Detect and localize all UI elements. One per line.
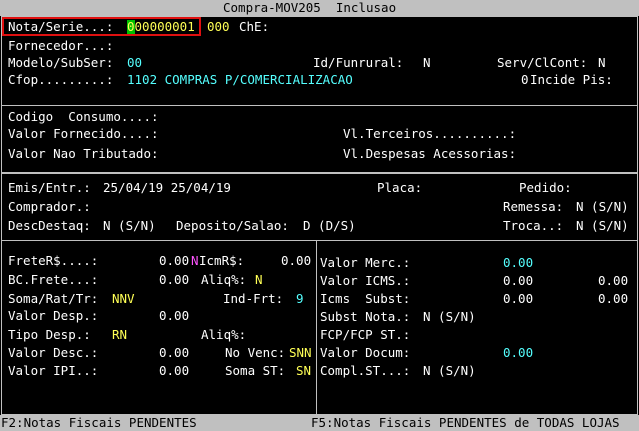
bc-frete-label: BC.Frete...: (8, 272, 99, 287)
icms-subst-input-2[interactable]: 0.00 (598, 291, 628, 307)
nota-number-input[interactable]: 000000001 (127, 19, 195, 35)
valor-docum-input[interactable]: 0.00 (503, 345, 533, 361)
vl-despesas-label: Vl.Despesas Acessorias: (343, 146, 517, 161)
deposito-salao-input[interactable]: D (D/S) (303, 218, 356, 234)
title-bar: Compra-MOV205 Inclusao (0, 0, 639, 16)
serie-input[interactable]: 000 (207, 19, 230, 35)
modelo-input[interactable]: 00 (127, 55, 142, 71)
soma-rat-tr-input[interactable]: NNV (112, 291, 135, 307)
soma-rat-tr-label: Soma/Rat/Tr: (8, 291, 99, 306)
valor-nao-tributado-label: Valor Nao Tributado: (8, 146, 159, 161)
valor-merc-input[interactable]: 0.00 (503, 255, 533, 271)
servcl-input[interactable]: N (598, 55, 606, 71)
valor-desp-label: Valor Desp.: (8, 308, 99, 323)
soma-st-input[interactable]: SN (296, 363, 311, 379)
remessa-input[interactable]: N (S/N) (576, 199, 629, 215)
valor-ipi-label: Valor IPI..: (8, 363, 99, 378)
icms-subst-label: Icms Subst: (320, 291, 411, 306)
panel-divider (316, 241, 317, 415)
aliq-input[interactable]: N (255, 272, 263, 288)
compl-st-label: Compl.ST...: (320, 363, 411, 378)
valor-desp-input[interactable]: 0.00 (159, 308, 189, 324)
emis-entr-input[interactable]: 25/04/19 25/04/19 (103, 180, 231, 196)
no-venc-input[interactable]: SNN (289, 345, 312, 361)
valor-icms-input-2[interactable]: 0.00 (598, 273, 628, 289)
cfop-label: Cfop.........: (8, 72, 114, 87)
deposito-salao-label: Deposito/Salao: (176, 218, 289, 233)
icms-subst-input[interactable]: 0.00 (503, 291, 533, 307)
icmr-input[interactable]: 0.00 (281, 253, 311, 269)
soma-st-label: Soma ST: (225, 363, 286, 378)
remessa-label: Remessa: (503, 199, 564, 214)
tipo-desp-input[interactable]: RN (112, 327, 127, 343)
placa-label: Placa: (377, 180, 423, 195)
valor-merc-label: Valor Merc.: (320, 255, 411, 270)
fornecedor-label: Fornecedor...: (8, 38, 114, 53)
window-title: Compra-MOV205 Inclusao (223, 0, 397, 15)
bc-frete-input[interactable]: 0.00 (159, 272, 189, 288)
incide-pis-input[interactable]: 0 (521, 72, 529, 88)
codigo-consumo-label: Codigo Consumo....: (8, 109, 159, 124)
incide-pis-label: Incide Pis: (530, 72, 613, 87)
valor-desc-input[interactable]: 0.00 (159, 345, 189, 361)
comprador-label: Comprador.: (8, 199, 91, 214)
valor-icms-input[interactable]: 0.00 (503, 273, 533, 289)
valor-fornecido-label: Valor Fornecido....: (8, 126, 159, 141)
status-bar: F2:Notas Fiscais PENDENTES F5:Notas Fisc… (0, 415, 639, 431)
ind-frt-input[interactable]: 9 (296, 291, 304, 307)
compl-st-input[interactable]: N (S/N) (423, 363, 476, 379)
aliq-label: Aliq%: (201, 272, 247, 287)
frete-input[interactable]: 0.00 (159, 253, 189, 269)
f2-shortcut[interactable]: F2:Notas Fiscais PENDENTES (1, 415, 197, 431)
desc-destaq-label: DescDestaq: (8, 218, 91, 233)
servcl-label: Serv/ClCont: (497, 55, 588, 70)
f5-shortcut[interactable]: F5:Notas Fiscais PENDENTES de TODAS LOJA… (311, 415, 620, 431)
ind-frt-label: Ind-Frt: (223, 291, 284, 306)
desc-destaq-input[interactable]: N (S/N) (103, 218, 156, 234)
che-label: ChE: (239, 19, 270, 34)
valor-docum-label: Valor Docum: (320, 345, 411, 360)
troca-label: Troca..: (503, 218, 564, 233)
tipo-desp-label: Tipo Desp.: (8, 327, 91, 342)
cfop-input[interactable]: 1102 COMPRAS P/COMERCIALIZACAO (127, 72, 353, 88)
emis-entr-label: Emis/Entr.: (8, 180, 91, 195)
funrural-input[interactable]: N (423, 55, 431, 71)
fcp-label: FCP/FCP ST.: (320, 327, 411, 342)
pedido-label: Pedido: (519, 180, 572, 195)
frete-label: FreteR$....: (8, 253, 99, 268)
no-venc-label: No Venc: (225, 345, 286, 360)
valor-icms-label: Valor ICMS.: (320, 273, 411, 288)
subst-nota-label: Subst Nota.: (320, 309, 411, 324)
valor-desc-label: Valor Desc.: (8, 345, 99, 360)
valor-ipi-input[interactable]: 0.00 (159, 363, 189, 379)
modelo-label: Modelo/SubSer: (8, 55, 114, 70)
icmr-label: IcmR$: (199, 253, 245, 268)
subst-nota-input[interactable]: N (S/N) (423, 309, 476, 325)
funrural-label: Id/Funrural: (313, 55, 404, 70)
aliq2-label: Aliq%: (201, 327, 247, 342)
vl-terceiros-label: Vl.Terceiros..........: (343, 126, 517, 141)
frete-flag-input[interactable]: N (191, 253, 199, 269)
troca-input[interactable]: N (S/N) (576, 218, 629, 234)
